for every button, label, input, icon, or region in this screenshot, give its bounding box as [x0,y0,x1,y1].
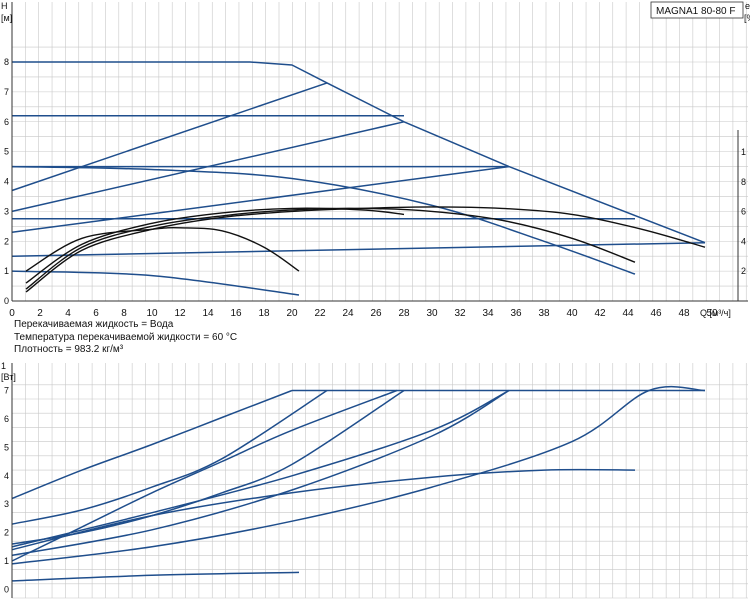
top-y-tick-label: 0 [4,296,9,306]
right-y-axis-label-symbol: e [745,1,750,11]
right-y-tick-label: 6 [741,207,746,217]
top-series-efficiency-11 [25,207,636,290]
bottom-y-tick-label: 2 [4,528,9,538]
right-y-tick-label: 2 [741,266,746,276]
pump-performance-figure: 0 2 4 6 8 10 12 14 16 18 20 22 24 26 28 30 32 34 36 38 40 42 4… [0,0,750,600]
x-tick-label: 8 [121,308,127,319]
x-tick-label: 20 [286,308,298,319]
bottom-y-tick-label: 1 [4,556,9,566]
note-liquid: Перекачиваемая жидкость = Вода [14,319,174,330]
x-tick-label: 14 [202,308,214,319]
top-y-tick-label: 5 [4,147,9,157]
x-tick-label: 42 [594,308,606,319]
bottom-chart-axes: 0 1 2 3 4 5 6 7 [4,363,13,598]
top-chart-series [11,61,706,296]
top-chart-grid [11,2,748,302]
bottom-y-axis-label-prefix: 1 [1,361,6,371]
performance-curves-svg: 0 2 4 6 8 10 12 14 16 18 20 22 24 26 28 30 32 34 36 38 40 42 4… [1,1,750,599]
top-y-tick-label: 7 [4,87,9,97]
x-tick-label: 22 [314,308,326,319]
x-tick-label: 6 [93,308,99,319]
x-tick-label: 10 [146,308,158,319]
bottom-series-power-1 [11,389,293,500]
bottom-chart-series [11,385,706,582]
top-y-tick-label: 1 [4,266,9,276]
x-tick-label: 34 [482,308,494,319]
x-axis-label: Q [м³/ч] [700,308,731,318]
model-title: MAGNA1 80-80 F [656,6,735,17]
x-tick-label: 24 [342,308,354,319]
top-series-prop-pressure-6 [11,165,510,234]
top-chart-axes: 0 2 4 6 8 10 12 14 16 18 20 22 24 26 28 30 32 34 36 38 40 42 4… [4,2,748,319]
note-temperature: Температура перекачиваемой жидкости = 60… [14,331,238,343]
x-tick-label: 16 [230,308,242,319]
bottom-y-tick-label: 0 [4,584,9,594]
top-series-efficiency-13 [25,227,300,272]
top-y-tick-label: 4 [4,177,9,187]
top-series-pump-curve-0 [12,61,706,244]
x-tick-label: 26 [370,308,382,319]
x-tick-label: 32 [454,308,466,319]
right-y-tick-label: 4 [741,236,746,246]
x-tick-label: 38 [538,308,550,319]
bottom-series-power-9 [11,571,300,582]
bottom-series-power-2 [11,389,328,525]
x-tick-label: 2 [37,308,43,319]
top-y-tick-label: 2 [4,236,9,246]
note-density: Плотность = 983.2 кг/м³ [14,344,124,355]
x-tick-label: 40 [566,308,578,319]
x-tick-label: 36 [510,308,522,319]
x-tick-label: 46 [650,308,662,319]
bottom-y-tick-label: 3 [4,499,9,509]
bottom-chart-grid [11,363,748,599]
top-y-tick-label: 8 [4,57,9,67]
x-tick-label: 44 [622,308,634,319]
right-y-tick-label: 1 [741,147,746,157]
top-y-tick-label: 6 [4,117,9,127]
top-y-axis-label-symbol: H [1,1,8,11]
top-y-tick-label: 3 [4,206,9,216]
x-tick-label: 0 [9,308,15,319]
x-tick-label: 4 [65,308,71,319]
x-tick-label: 48 [678,308,690,319]
right-y-tick-label: 8 [741,177,746,187]
bottom-y-tick-label: 5 [4,442,9,452]
x-tick-label: 12 [174,308,186,319]
x-tick-label: 28 [398,308,410,319]
bottom-y-tick-label: 7 [4,385,9,395]
x-tick-label: 18 [258,308,270,319]
top-series-curve-9 [11,270,300,296]
bottom-y-axis-label-unit: [Вт] [1,372,16,382]
top-y-axis-label-unit: [м] [1,13,12,23]
bottom-y-tick-label: 6 [4,414,9,424]
x-tick-label: 30 [426,308,438,319]
fluid-notes: Перекачиваемая жидкость = Вода Температу… [14,319,237,357]
right-y-axis-label-unit: [%] [744,13,750,23]
bottom-y-tick-label: 4 [4,471,9,481]
